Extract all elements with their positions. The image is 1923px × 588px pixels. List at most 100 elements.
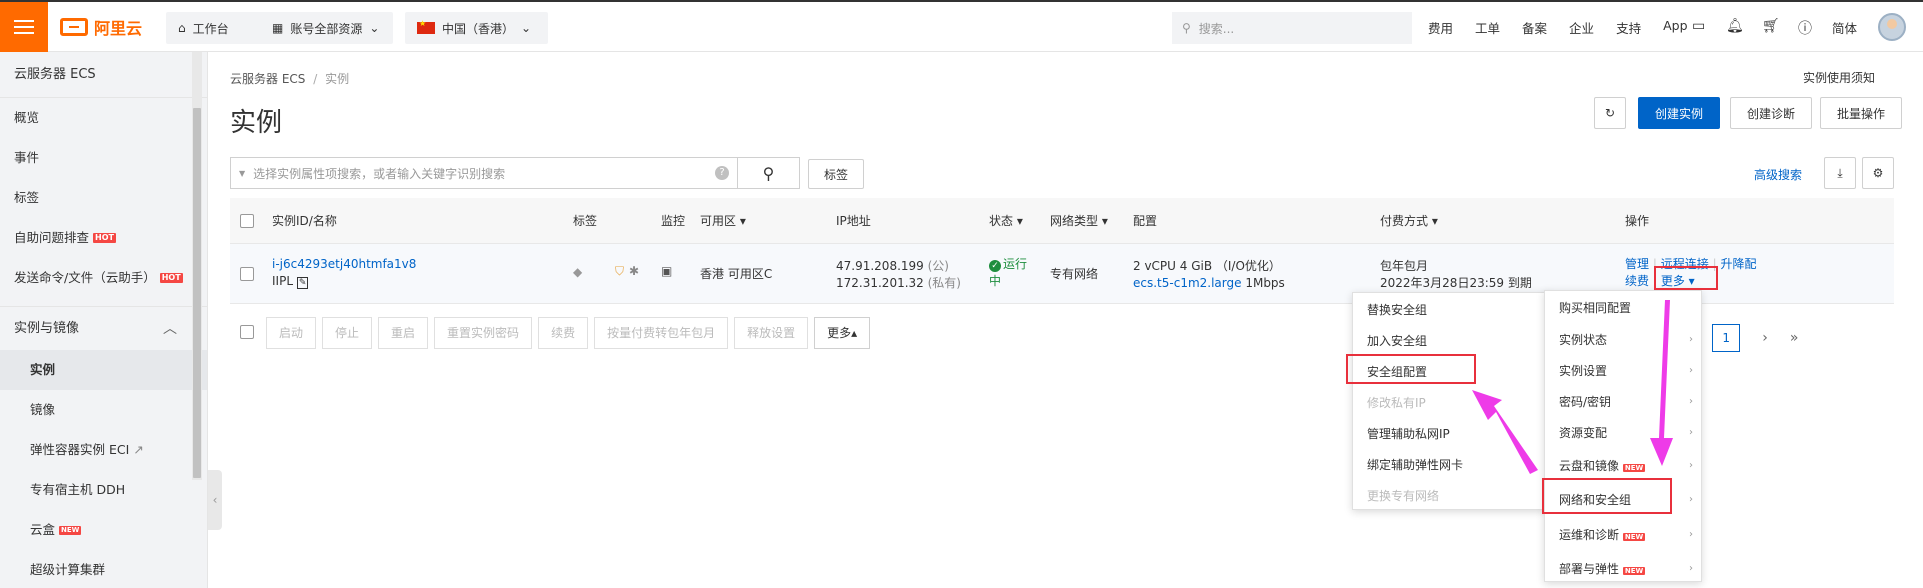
tag-filter-button[interactable]: 标签 bbox=[808, 159, 864, 189]
menu-item-network-sg[interactable]: 网络和安全组 › bbox=[1545, 487, 1701, 513]
menu-item-modify-private-ip[interactable]: 修改私有IP bbox=[1353, 390, 1549, 416]
billing-cell: 包年包月 2022年3月28日23:59 到期 bbox=[1380, 258, 1532, 292]
bulk-renew-button[interactable]: 续费 bbox=[538, 317, 589, 349]
security-shield-icon[interactable]: ⛉ bbox=[615, 263, 624, 280]
remote-connect-link[interactable]: 远程连接 bbox=[1661, 257, 1709, 271]
bulk-restart-button[interactable]: 重启 bbox=[378, 317, 429, 349]
menu-item-ops-diagnosis[interactable]: 运维和诊断 NEW › bbox=[1545, 522, 1701, 548]
refresh-button[interactable]: ↻ bbox=[1594, 97, 1626, 129]
menu-item-instance-settings[interactable]: 实例设置 › bbox=[1545, 358, 1701, 384]
upgrade-link[interactable]: 升降配 bbox=[1720, 257, 1756, 271]
sidebar-item-ddh[interactable]: 专有宿主机 DDH bbox=[0, 470, 207, 510]
account-resources-dropdown[interactable]: ▦ 账号全部资源 ⌄ bbox=[260, 12, 393, 44]
nav-support[interactable]: 支持 bbox=[1616, 18, 1641, 37]
create-instance-button[interactable]: 创建实例 bbox=[1638, 97, 1720, 129]
filter-search-button[interactable]: ⚲ bbox=[737, 157, 800, 189]
region-label: 中国（香港） bbox=[442, 21, 515, 36]
row-checkbox[interactable] bbox=[240, 267, 254, 281]
sidebar-item-cloudbox[interactable]: 云盒 NEW bbox=[0, 510, 207, 550]
next-page-icon[interactable]: › bbox=[1762, 330, 1768, 346]
global-search[interactable]: ⚲ 搜索... bbox=[1172, 12, 1412, 44]
sidebar-item-supercomputing[interactable]: 超级计算集群 bbox=[0, 550, 207, 588]
menu-item-sg-config[interactable]: 安全组配置 bbox=[1353, 359, 1549, 385]
select-all-checkbox[interactable] bbox=[240, 214, 254, 228]
nav-enterprise[interactable]: 企业 bbox=[1569, 18, 1594, 37]
col-billing[interactable]: 付费方式 ▾ bbox=[1380, 212, 1438, 229]
bulk-reset-password-button[interactable]: 重置实例密码 bbox=[434, 317, 533, 349]
top-nav: 费用 工单 备案 企业 支持 App bbox=[1428, 18, 1688, 37]
menu-item-resize[interactable]: 资源变配 › bbox=[1545, 420, 1701, 446]
last-page-icon[interactable]: » bbox=[1790, 330, 1799, 346]
bulk-convert-billing-button[interactable]: 按量付费转包年包月 bbox=[594, 317, 729, 349]
menu-item-deploy-elastic[interactable]: 部署与弹性 NEW › bbox=[1545, 556, 1701, 582]
sidebar-item-cloud-assistant[interactable]: 发送命令/文件（云助手） HOT bbox=[0, 258, 207, 298]
new-badge: NEW bbox=[1622, 533, 1646, 541]
sidebar-scrollbar[interactable] bbox=[192, 52, 202, 480]
col-network[interactable]: 网络类型 ▾ bbox=[1050, 212, 1108, 229]
instance-notice-link[interactable]: 实例使用须知 bbox=[1803, 69, 1875, 86]
region-dropdown[interactable]: 中国（香港） ⌄ bbox=[405, 12, 548, 44]
sidebar-item-troubleshoot[interactable]: 自助问题排查 HOT bbox=[0, 218, 207, 258]
sidebar-item-label: 事件 bbox=[14, 150, 40, 165]
nav-tickets[interactable]: 工单 bbox=[1475, 18, 1500, 37]
menu-item-replace-sg[interactable]: 替换安全组 bbox=[1353, 297, 1549, 323]
batch-operations-button[interactable]: 批量操作 bbox=[1820, 97, 1902, 129]
bulk-stop-button[interactable]: 停止 bbox=[322, 317, 373, 349]
menu-item-password-key[interactable]: 密码/密钥 › bbox=[1545, 389, 1701, 415]
renew-link[interactable]: 续费 bbox=[1625, 274, 1649, 288]
instance-filter-input[interactable]: ▼ 选择实例属性项搜索，或者输入关键字识别搜索 ? bbox=[230, 157, 738, 189]
monitor-icon[interactable]: ▣ bbox=[661, 263, 672, 280]
instance-type-link[interactable]: ecs.t5-c1m2.large bbox=[1133, 276, 1242, 290]
manage-link[interactable]: 管理 bbox=[1625, 257, 1649, 271]
sidebar-item-tags[interactable]: 标签 bbox=[0, 178, 207, 218]
bulk-start-button[interactable]: 启动 bbox=[266, 317, 317, 349]
more-dropdown[interactable]: 更多 ▾ bbox=[1661, 274, 1695, 288]
sidebar-item-eci[interactable]: 弹性容器实例 ECI ↗ bbox=[0, 430, 207, 470]
sidebar-collapse-handle[interactable]: ‹ bbox=[208, 470, 222, 530]
instance-id-link[interactable]: i-j6c4293etj40htmfa1v8 bbox=[272, 256, 416, 273]
bulk-select-checkbox[interactable] bbox=[240, 325, 254, 339]
sidebar-item-events[interactable]: 事件 bbox=[0, 138, 207, 178]
menu-item-label: 云盘和镜像 bbox=[1559, 459, 1620, 473]
cart-icon[interactable]: 🛒︎ bbox=[1762, 18, 1780, 34]
current-page[interactable]: 1 bbox=[1712, 324, 1741, 352]
sidebar-item-overview[interactable]: 概览 bbox=[0, 98, 207, 138]
language-switch[interactable]: 简体 bbox=[1832, 18, 1857, 37]
chevron-right-icon: › bbox=[1689, 460, 1693, 471]
sidebar-item-images[interactable]: 镜像 bbox=[0, 390, 207, 430]
menu-item-buy-same[interactable]: 购买相同配置 bbox=[1545, 295, 1701, 321]
cloud-assistant-icon[interactable]: ✱ bbox=[629, 263, 639, 280]
terminal-icon[interactable]: ▭ bbox=[1692, 18, 1705, 34]
menu-item-instance-status[interactable]: 实例状态 › bbox=[1545, 327, 1701, 353]
menu-item-change-vpc[interactable]: 更换专有网络 bbox=[1353, 483, 1549, 509]
public-ip: 47.91.208.199 bbox=[836, 259, 924, 273]
menu-icon[interactable] bbox=[0, 2, 48, 52]
nav-fees[interactable]: 费用 bbox=[1428, 18, 1453, 37]
col-zone[interactable]: 可用区 ▾ bbox=[700, 212, 746, 229]
bulk-release-settings-button[interactable]: 释放设置 bbox=[734, 317, 809, 349]
avatar[interactable] bbox=[1878, 13, 1906, 41]
nav-app[interactable]: App bbox=[1663, 18, 1687, 37]
tag-icon[interactable]: ◆ bbox=[573, 264, 582, 281]
sidebar-item-instances[interactable]: 实例 bbox=[0, 350, 207, 390]
create-diagnosis-button[interactable]: 创建诊断 bbox=[1730, 97, 1812, 129]
help-icon[interactable]: ⓘ bbox=[1798, 18, 1812, 38]
breadcrumb-ecs[interactable]: 云服务器 ECS bbox=[230, 72, 305, 86]
menu-item-bind-eni[interactable]: 绑定辅助弹性网卡 bbox=[1353, 452, 1549, 478]
sidebar-group-instances-images[interactable]: 实例与镜像 ︿ bbox=[0, 306, 207, 350]
col-monitor: 监控 bbox=[661, 214, 686, 228]
help-icon[interactable]: ? bbox=[715, 166, 729, 180]
status-text-1: 运行 bbox=[1003, 257, 1028, 271]
col-status[interactable]: 状态 ▾ bbox=[989, 212, 1023, 229]
settings-button[interactable]: ⚙ bbox=[1862, 157, 1894, 189]
menu-item-join-sg[interactable]: 加入安全组 bbox=[1353, 328, 1549, 354]
advanced-search-link[interactable]: 高级搜索 bbox=[1754, 166, 1802, 183]
menu-item-disk-image[interactable]: 云盘和镜像 NEW › bbox=[1545, 453, 1701, 479]
menu-item-secondary-ip[interactable]: 管理辅助私网IP bbox=[1353, 421, 1549, 447]
download-button[interactable]: ⤓ bbox=[1824, 157, 1856, 189]
bell-icon[interactable]: 🔔︎ bbox=[1726, 18, 1744, 34]
bulk-more-button[interactable]: 更多▴ bbox=[814, 317, 871, 349]
edit-icon[interactable]: ✎ bbox=[296, 277, 309, 289]
aliyun-logo[interactable]: 阿里云 bbox=[60, 16, 142, 38]
nav-icp[interactable]: 备案 bbox=[1522, 18, 1547, 37]
